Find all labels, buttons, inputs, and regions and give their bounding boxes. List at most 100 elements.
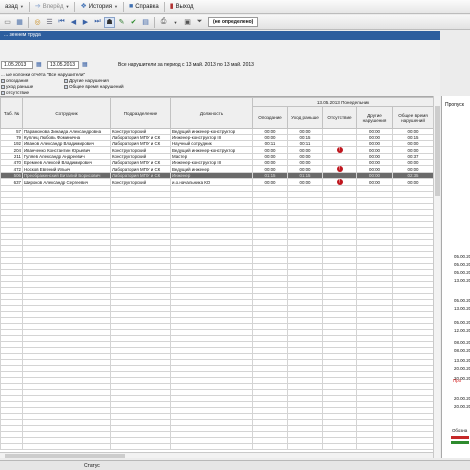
col-header-late[interactable]: Опоздание <box>252 106 288 129</box>
event-time[interactable]: 08.00.20 <box>454 340 470 345</box>
col-header-absent[interactable]: Отсутствие <box>322 106 357 129</box>
vertical-scrollbar[interactable] <box>433 96 440 458</box>
event-time[interactable]: 20.00.20 <box>454 396 470 401</box>
menu-exit[interactable]: ▮ Выход <box>165 1 199 13</box>
scroll-thumb[interactable] <box>435 106 440 196</box>
col-header-tab[interactable]: Таб. № <box>0 97 23 129</box>
next-page-icon[interactable]: ▶ <box>80 17 91 28</box>
table-row[interactable]: 57 Парамонова Зинаида Александровна Констр… <box>0 128 435 135</box>
event-time[interactable]: 20.00.20 <box>454 404 470 409</box>
cell-late: 00:00 <box>252 178 288 186</box>
horizontal-scrollbar[interactable] <box>0 452 433 458</box>
event-time[interactable]: 05.00.20 <box>454 298 470 303</box>
option-early[interactable]: уход раньше <box>1 84 33 89</box>
cell-employee: Широков Александр Сергеевич <box>22 178 111 186</box>
violation-icon: ! <box>336 166 343 172</box>
event-time[interactable]: 05.00.20 <box>454 270 470 275</box>
table-row[interactable]: 204 Иванченко Константин Юрьевич Конструкт… <box>0 146 435 154</box>
cell-absent: ! <box>322 146 357 154</box>
grid-icon[interactable]: ▤ <box>140 17 151 28</box>
event-time[interactable]: 13.00.20 <box>454 278 470 283</box>
legend-green-bar <box>451 441 469 444</box>
menu-back[interactable]: азад ▼ <box>0 1 29 13</box>
cell-other: 00:00 <box>356 165 393 173</box>
col-header-position[interactable]: Должность <box>170 97 253 129</box>
refresh-icon[interactable]: ◎ <box>32 17 43 28</box>
menu-history[interactable]: ❖ История ▼ <box>75 1 123 13</box>
empty-cell <box>252 443 288 450</box>
col-header-employee[interactable]: Сотрудник <box>22 97 111 129</box>
cell-employee: Парамонова Зинаида Александровна <box>22 128 111 135</box>
date-from-field[interactable]: 1.05.2013 <box>1 61 33 69</box>
checkbox[interactable] <box>1 90 5 95</box>
menu-forward[interactable]: ➔ Вперёд ▼ <box>30 1 75 13</box>
col-header-early[interactable]: Уход раньше <box>287 106 323 129</box>
violations-table: Таб. № Сотрудник Подразделение Должность… <box>0 97 435 450</box>
event-time[interactable]: 12.00.20 <box>454 328 470 333</box>
option-late[interactable]: опоздания <box>1 78 28 83</box>
date-to-field[interactable]: 13.05.2013 <box>47 61 79 69</box>
table-row[interactable]: 637 Широков Александр Сергеевич Конструкто… <box>0 178 435 186</box>
legend-red-bar <box>451 436 469 439</box>
option-label: Общее время нарушений <box>69 84 124 89</box>
col-header-other[interactable]: Другие нарушения <box>356 106 393 129</box>
calendar-icon[interactable]: ▦ <box>36 61 42 68</box>
option-other[interactable]: Другие нарушения <box>64 78 109 83</box>
event-time[interactable]: 05.00.20 <box>454 262 470 267</box>
check-icon[interactable]: ✔ <box>128 17 139 28</box>
toolbar: ▭ ▦ ◎ ☰ ⏮ ◀ ▶ ⏭ ☗ ✎ ✔ ▤ ⎙ ▼ ▣ ⏷ (не опре… <box>0 15 470 30</box>
person-filter-icon[interactable]: ☗ <box>104 16 115 28</box>
checkbox[interactable] <box>1 84 5 89</box>
cell-position: Ведущий инженер <box>170 165 253 173</box>
calendar-icon[interactable]: ▦ <box>82 61 88 68</box>
list-icon[interactable]: ☰ <box>44 17 55 28</box>
event-time[interactable]: 05.00.20 <box>454 320 470 325</box>
violation-icon: ! <box>336 179 343 185</box>
chevron-down-icon: ▼ <box>65 4 70 9</box>
event-time[interactable]: 20.00.20 <box>454 366 470 371</box>
toolbar-separator <box>28 16 29 28</box>
help-book-icon: ■ <box>128 3 134 10</box>
option-label: отсутствие <box>6 90 30 95</box>
table-row[interactable]: 470 Еремеев Алексей Владимирович Лаборатор… <box>0 159 435 166</box>
menu-help[interactable]: ■ Справка <box>124 1 164 13</box>
report-tab[interactable]: ... зеннем труда <box>0 31 440 40</box>
checkbox[interactable] <box>64 84 68 89</box>
table-row[interactable]: 472 Носков Евгений Ильич Лаборатория МПУ и… <box>0 165 435 173</box>
cell-employee: Иванченко Константин Юрьевич <box>22 146 111 154</box>
period-summary: Все нарушители за период с 13 май. 2013 … <box>118 62 254 68</box>
new-icon[interactable]: ▭ <box>2 17 13 28</box>
option-total[interactable]: Общее время нарушений <box>64 84 124 89</box>
event-time[interactable]: 13.00.20 <box>454 358 470 363</box>
first-page-icon[interactable]: ⏮ <box>56 17 67 28</box>
violation-icon: ! <box>336 147 343 153</box>
cell-tab: 204 <box>0 146 23 154</box>
print-icon[interactable]: ⎙ <box>158 17 169 28</box>
dropdown-icon[interactable]: ▼ <box>170 17 181 28</box>
event-time[interactable]: 05.00.20 <box>454 254 470 259</box>
prev-page-icon[interactable]: ◀ <box>68 17 79 28</box>
option-absent[interactable]: отсутствие <box>1 90 29 95</box>
scroll-thumb[interactable] <box>5 454 125 458</box>
filter-icon[interactable]: ⏷ <box>194 17 205 28</box>
event-time[interactable]: 08.00.20 <box>454 348 470 353</box>
export-icon[interactable]: ▣ <box>182 17 193 28</box>
back-label: азад <box>5 3 18 10</box>
checkbox[interactable] <box>1 78 5 83</box>
edit-icon[interactable]: ✎ <box>116 17 127 28</box>
col-header-department[interactable]: Подразделение <box>110 97 171 129</box>
history-label: История <box>88 3 112 10</box>
event-time[interactable]: 13.00.20 <box>454 306 470 311</box>
filter-indicator[interactable]: (не определено) <box>208 17 259 27</box>
col-header-total[interactable]: Общее время нарушений <box>391 106 435 129</box>
cell-late: 00:00 <box>252 146 288 154</box>
table-icon[interactable]: ▦ <box>14 17 25 28</box>
cell-employee: Преображенский Виталий Борисович <box>22 172 111 179</box>
last-page-icon[interactable]: ⏭ <box>92 17 103 28</box>
empty-cell <box>170 443 253 450</box>
help-label: Справка <box>135 3 159 10</box>
table-row[interactable]: 79 Куплец Любовь Фоминична Лаборатория МПУ… <box>0 134 435 141</box>
status-bar: Статус <box>0 460 470 470</box>
cell-employee: Носков Евгений Ильич <box>22 165 111 173</box>
checkbox[interactable] <box>64 78 68 83</box>
